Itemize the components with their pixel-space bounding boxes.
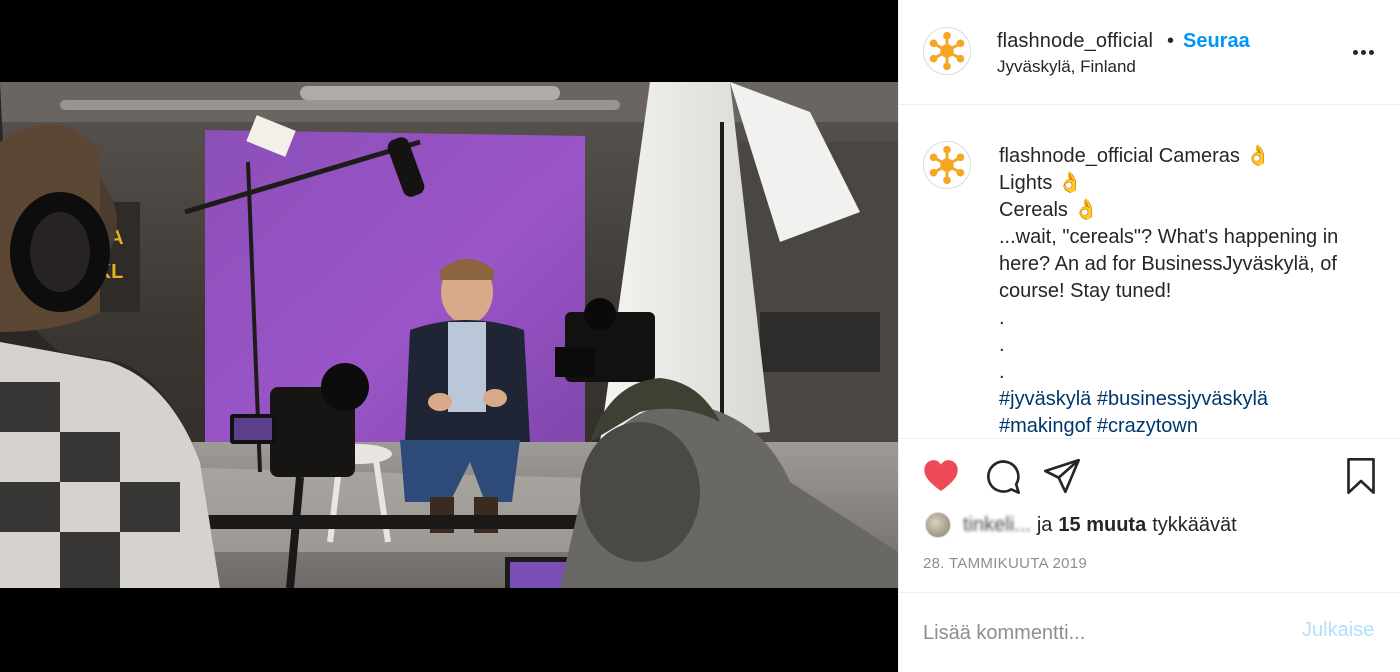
post-comment-button[interactable]: Julkaise — [1302, 619, 1374, 642]
caption-line: Lights 👌 — [999, 172, 1083, 194]
caption-line: . — [999, 361, 1005, 383]
caption-line: . — [999, 334, 1005, 356]
comment-input[interactable] — [923, 617, 1283, 649]
caption-username[interactable]: flashnode_official — [999, 145, 1153, 167]
caption-text: flashnode_official Cameras 👌 Lights 👌 Ce… — [999, 143, 1371, 438]
hashtag-link[interactable]: #makingof — [999, 415, 1091, 437]
caption-line: Cameras 👌 — [1158, 145, 1271, 167]
bookmark-icon — [1347, 458, 1375, 494]
account-avatar[interactable] — [923, 27, 971, 75]
likes-count-link[interactable]: 15 muuta — [1058, 514, 1146, 537]
comment-icon — [987, 460, 1020, 494]
more-options-button[interactable] — [1351, 40, 1375, 64]
hashtag-link[interactable]: #businessjyväskylä — [1097, 388, 1268, 410]
more-icon — [1360, 49, 1366, 55]
follow-button[interactable]: Seuraa — [1183, 30, 1250, 53]
caption-area: flashnode_official Cameras 👌 Lights 👌 Ce… — [899, 106, 1400, 439]
flashnode-logo-icon — [929, 145, 965, 185]
header-separator: • — [1167, 30, 1175, 52]
liker-avatar[interactable] — [925, 512, 951, 538]
hashtag-link[interactable]: #crazytown — [1097, 415, 1198, 437]
caption-avatar[interactable] — [923, 141, 971, 189]
more-icon — [1368, 49, 1374, 55]
post-photo: ASSA STJKL — [0, 82, 898, 588]
header-username[interactable]: flashnode_official — [997, 30, 1153, 53]
post-side-panel: flashnode_official • Seuraa Jyväskylä, F… — [898, 0, 1400, 672]
post-header: flashnode_official • Seuraa Jyväskylä, F… — [899, 0, 1400, 105]
share-icon — [1044, 458, 1080, 494]
likes-suffix: tykkäävät — [1152, 513, 1237, 536]
caption-line: . — [999, 307, 1005, 329]
caption-line: Cereals 👌 — [999, 199, 1099, 221]
share-button[interactable] — [1042, 456, 1082, 496]
heart-icon — [924, 460, 958, 491]
caption-line: ...wait, "cereals"? What's happening in … — [999, 226, 1344, 302]
likes-conjunction: ja — [1036, 513, 1053, 536]
hashtag-link[interactable]: #jyväskylä — [999, 388, 1091, 410]
likes-summary: tinkeli... ja 15 muuta tykkäävät — [925, 510, 1385, 540]
liker-username[interactable]: tinkeli... — [963, 514, 1031, 537]
location-link[interactable]: Jyväskylä, Finland — [997, 57, 1136, 77]
post-media[interactable]: ASSA STJKL — [0, 0, 898, 672]
post-date[interactable]: 28. TAMMIKUUTA 2019 — [923, 555, 1087, 572]
comment-bar: Julkaise — [899, 592, 1400, 672]
flashnode-logo-icon — [929, 31, 965, 71]
comment-button[interactable] — [982, 456, 1022, 496]
action-bar — [899, 440, 1400, 510]
save-button[interactable] — [1341, 456, 1381, 496]
like-button[interactable] — [921, 456, 961, 496]
more-icon — [1352, 49, 1358, 55]
